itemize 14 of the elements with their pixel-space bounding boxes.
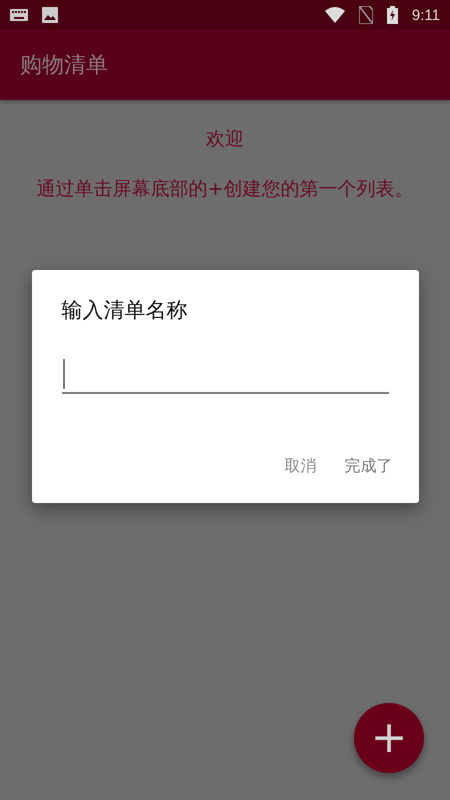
wifi-icon (324, 7, 345, 23)
dialog-title: 输入清单名称 (62, 297, 188, 324)
image-icon (42, 7, 58, 23)
welcome-title: 欢迎 (206, 127, 244, 152)
name-input-field[interactable] (62, 356, 388, 394)
no-sim-icon (358, 6, 373, 24)
status-time: 9:11 (412, 6, 440, 24)
cancel-button[interactable]: 取消 (278, 450, 322, 483)
add-button[interactable]: + (354, 703, 424, 773)
done-button[interactable]: 完成了 (338, 450, 398, 483)
battery-charging-icon (386, 6, 398, 24)
welcome-message: 通过单击屏幕底部的+创建您的第一个列表。 (36, 177, 414, 202)
keyboard-icon (10, 9, 28, 21)
app-title: 购物清单 (20, 52, 108, 80)
